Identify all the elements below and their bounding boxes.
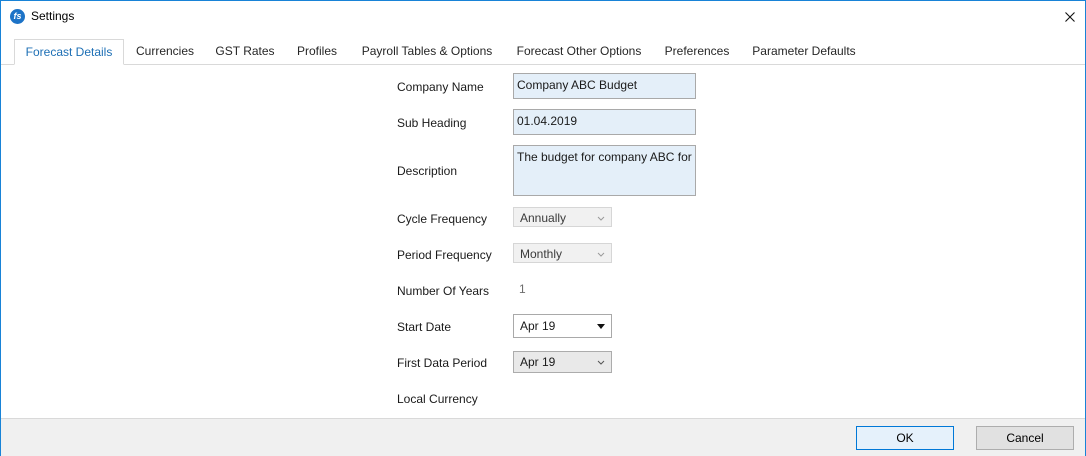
tab-strip: Forecast Details Currencies GST Rates Pr… — [1, 39, 1085, 65]
app-icon: fs — [10, 9, 25, 24]
tab-forecast-other-options[interactable]: Forecast Other Options — [508, 39, 650, 63]
local-currency-label: Local Currency — [397, 392, 478, 406]
company-name-label: Company Name — [397, 80, 484, 94]
window-title: Settings — [31, 9, 75, 23]
forecast-details-panel: Company Name Company ABC Budget Sub Head… — [1, 65, 1085, 418]
chevron-down-icon — [596, 352, 606, 372]
cycle-frequency-value: Annually — [520, 211, 567, 225]
cycle-frequency-select[interactable]: Annually — [513, 207, 612, 227]
period-frequency-value: Monthly — [520, 247, 563, 261]
chevron-down-icon — [596, 208, 606, 228]
tab-parameter-defaults[interactable]: Parameter Defaults — [744, 39, 864, 63]
period-frequency-label: Period Frequency — [397, 248, 492, 262]
first-data-period-label: First Data Period — [397, 356, 488, 370]
first-data-period-select[interactable]: Apr 19 — [513, 351, 612, 373]
close-icon — [1065, 11, 1075, 22]
number-of-years-value: 1 — [519, 282, 526, 296]
cancel-button[interactable]: Cancel — [976, 426, 1074, 450]
chevron-down-icon — [596, 244, 606, 264]
description-textarea[interactable]: The budget for company ABC for — [513, 145, 696, 196]
title-bar: fs Settings — [1, 1, 1085, 32]
ok-button[interactable]: OK — [856, 426, 954, 450]
tab-forecast-details[interactable]: Forecast Details — [14, 39, 124, 65]
tab-currencies[interactable]: Currencies — [127, 39, 203, 63]
dialog-footer: OK Cancel — [1, 418, 1085, 456]
description-label: Description — [397, 164, 458, 178]
sub-heading-input[interactable]: 01.04.2019 — [513, 109, 696, 135]
cycle-frequency-label: Cycle Frequency — [397, 212, 488, 226]
close-button[interactable] — [1055, 1, 1085, 32]
tab-payroll-tables-options[interactable]: Payroll Tables & Options — [353, 39, 501, 63]
tab-gst-rates[interactable]: GST Rates — [209, 39, 281, 63]
number-of-years-label: Number Of Years — [397, 284, 490, 298]
start-date-value: Apr 19 — [520, 319, 556, 333]
start-date-label: Start Date — [397, 320, 452, 334]
sub-heading-label: Sub Heading — [397, 116, 467, 130]
period-frequency-select[interactable]: Monthly — [513, 243, 612, 263]
first-data-period-value: Apr 19 — [520, 355, 556, 369]
settings-window: fs Settings Forecast Details Currencies … — [0, 0, 1086, 456]
dropdown-arrow-icon[interactable] — [596, 315, 606, 337]
start-date-picker[interactable]: Apr 19 — [513, 314, 612, 338]
tab-preferences[interactable]: Preferences — [657, 39, 737, 63]
company-name-input[interactable]: Company ABC Budget — [513, 73, 696, 99]
tab-profiles[interactable]: Profiles — [288, 39, 346, 63]
